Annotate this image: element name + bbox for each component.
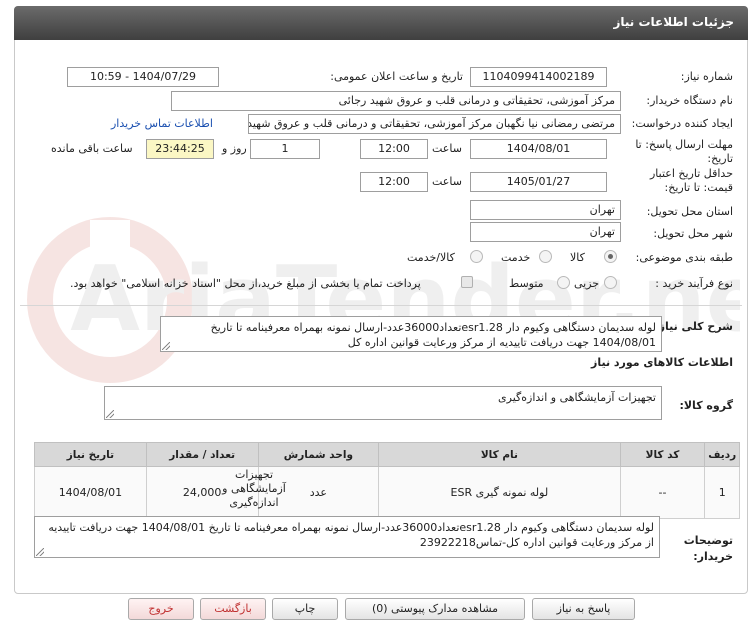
announce-datetime-field: 1404/07/29 - 10:59 [67, 67, 219, 87]
price-validity-date-field: 1405/01/27 [470, 172, 607, 192]
category-radio-goods[interactable] [604, 250, 617, 263]
buyer-notes-label: توضیحات خریدار: [683, 534, 733, 563]
cell-code: -- [619, 466, 706, 519]
announce-datetime-label: تاریخ و ساعت اعلان عمومی: [330, 70, 463, 83]
summary-text: لوله سدیمان دستگاهی وکیوم دار esr1.28تعد… [160, 316, 662, 352]
need-number-label: شماره نیاز: [680, 70, 733, 83]
days-label: روز و [222, 142, 247, 155]
category-radio-service[interactable] [539, 250, 552, 263]
remaining-label: ساعت باقی مانده [51, 142, 133, 155]
print-button[interactable]: چاپ [272, 598, 338, 620]
deadline-time-field: 12:00 [360, 139, 428, 159]
category-radio-goods-service[interactable] [470, 250, 483, 263]
city-field: تهران [470, 222, 621, 242]
col-header-name: نام کالا [378, 442, 621, 467]
page-title: جزئیات اطلاعات نیاز [613, 15, 734, 29]
category-option-goods: کالا [570, 251, 585, 264]
divider [20, 305, 742, 306]
buyer-contact-link[interactable]: اطلاعات تماس خریدار [111, 117, 213, 130]
table-row: 1 -- لوله نمونه گیری ESR عدد 24,000 1404… [34, 466, 740, 519]
process-option-minor: جزیی [574, 277, 600, 290]
process-radio-minor[interactable] [604, 276, 617, 289]
goods-section-title: اطلاعات کالاهای مورد نیاز [591, 356, 733, 369]
resize-handle[interactable] [162, 342, 170, 350]
back-button[interactable]: بازگشت [200, 598, 266, 620]
treasury-note: پرداخت تمام یا بخشی از مبلغ خرید،از محل … [70, 277, 421, 290]
price-validity-label: حداقل تاریخ اعتبار قیمت: تا تاریخ: [649, 167, 733, 194]
panel-header: جزئیات اطلاعات نیاز [14, 6, 748, 40]
province-label: استان محل تحویل: [646, 205, 733, 218]
category-option-service: خدمت [501, 251, 531, 264]
deadline-time-label: ساعت [432, 142, 462, 155]
col-header-need-date: تاریخ نیاز [34, 442, 147, 467]
resize-handle[interactable] [36, 548, 44, 556]
process-option-medium: متوسط [509, 277, 544, 290]
goods-table: ردیف کد کالا نام کالا واحد شمارش تعداد /… [34, 442, 740, 519]
deadline-label: مهلت ارسال پاسخ: تا تاریخ: [635, 138, 733, 165]
buyer-notes-text: لوله سدیمان دستگاهی وکیوم دار esr1.28تعد… [34, 516, 660, 558]
province-field: تهران [470, 200, 621, 220]
col-header-quantity: تعداد / مقدار [145, 442, 259, 467]
goods-group-label: گروه کالا: [679, 399, 733, 412]
remaining-time-field: 23:44:25 [146, 139, 214, 159]
cell-need-date: 1404/08/01 [34, 466, 147, 519]
price-validity-time-label: ساعت [432, 175, 462, 188]
goods-group-field: تجهیزات آزمایشگاهی و اندازه‌گیری [104, 386, 662, 420]
category-option-goods-service: کالا/خدمت [407, 251, 455, 264]
cell-group: تجهیزات آزمایشگاهی و اندازه‌گیری [222, 468, 286, 509]
table-header-row: ردیف کد کالا نام کالا واحد شمارش تعداد /… [34, 442, 740, 467]
summary-label: شرح کلی نیاز: [654, 320, 733, 333]
col-header-row-num: ردیف [704, 442, 740, 467]
col-header-code: کد کالا [619, 442, 706, 467]
price-validity-time-field: 12:00 [360, 172, 428, 192]
col-header-unit: واحد شمارش [257, 442, 380, 467]
reply-button[interactable]: پاسخ به نیاز [532, 598, 635, 620]
attachments-button[interactable]: مشاهده مدارک پیوستی (0) [345, 598, 525, 620]
cell-row-num: 1 [704, 466, 740, 519]
process-type-label: نوع فرآیند خرید : [655, 277, 733, 290]
exit-button[interactable]: خروج [128, 598, 194, 620]
resize-handle[interactable] [106, 410, 114, 418]
requester-field: مرتضی رمضانی نیا نگهبان مرکز آموزشی، تحق… [248, 114, 621, 134]
deadline-date-field: 1404/08/01 [470, 139, 607, 159]
process-radio-medium[interactable] [557, 276, 570, 289]
buyer-org-field: مرکز آموزشی، تحقیقاتی و درمانی قلب و عرو… [171, 91, 621, 111]
requester-label: ایجاد کننده درخواست: [631, 117, 733, 130]
category-label: طبقه بندی موضوعی: [635, 251, 733, 264]
buyer-org-label: نام دستگاه خریدار: [646, 94, 733, 107]
treasury-checkbox[interactable] [461, 276, 473, 288]
cell-name: لوله نمونه گیری ESR [378, 466, 621, 519]
city-label: شهر محل تحویل: [653, 227, 733, 240]
need-number-field: 1104099414002189 [470, 67, 607, 87]
deadline-days-field: 1 [250, 139, 320, 159]
